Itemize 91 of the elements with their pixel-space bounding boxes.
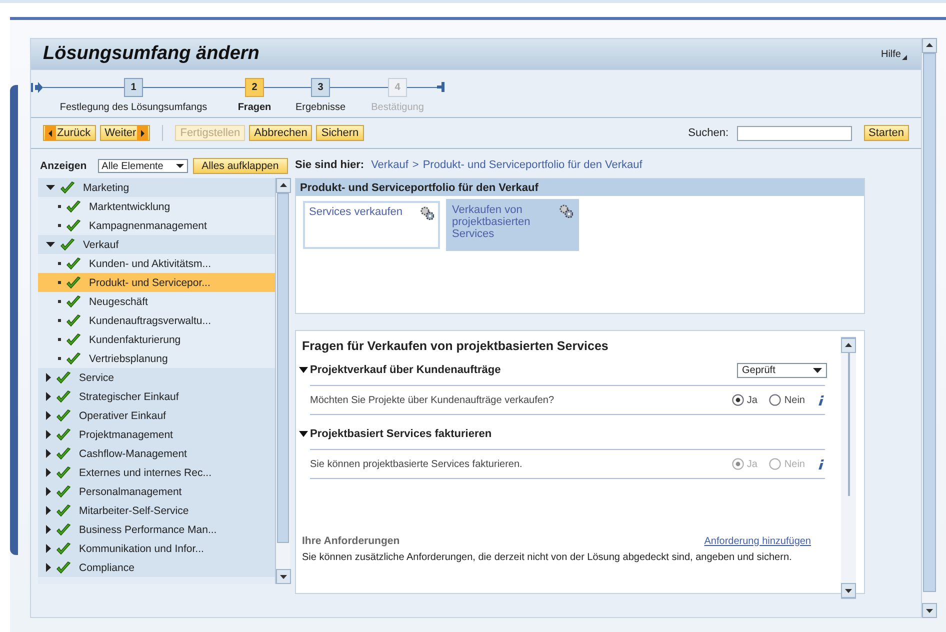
info-icon[interactable] bbox=[817, 394, 825, 406]
expanded-arrow-icon[interactable] bbox=[46, 185, 55, 190]
help-menu[interactable]: Hilfe bbox=[880, 48, 907, 60]
process-tile[interactable]: Services verkaufen bbox=[303, 201, 440, 249]
display-label: Anzeigen bbox=[40, 160, 87, 172]
step-label: Bestätigung bbox=[371, 102, 424, 113]
bullet-icon bbox=[58, 262, 61, 265]
add-requirement-link[interactable]: Anforderung hinzufügen bbox=[704, 536, 811, 546]
tree-item[interactable]: Externes und internes Rec... bbox=[38, 463, 275, 482]
step-number[interactable]: 2 bbox=[245, 78, 264, 97]
gears-icon bbox=[420, 206, 434, 220]
back-button[interactable]: Zurück bbox=[43, 125, 96, 141]
tree-item[interactable]: Business Performance Man... bbox=[38, 520, 275, 539]
scroll-down-button[interactable] bbox=[922, 603, 937, 618]
tree-item[interactable]: Service bbox=[38, 368, 275, 387]
filter-dropdown[interactable]: Alle Elemente bbox=[98, 159, 188, 173]
tree-item[interactable]: Produkt- und Servicepor... bbox=[38, 273, 275, 292]
corner-icon bbox=[902, 54, 907, 60]
step-label: Festlegung des Lösungsumfangs bbox=[60, 102, 208, 113]
bullet-icon bbox=[58, 319, 61, 322]
search-field[interactable] bbox=[736, 126, 852, 140]
collapsed-arrow-icon[interactable] bbox=[46, 468, 51, 477]
status-dropdown[interactable]: Geprüft bbox=[737, 362, 827, 378]
expanded-arrow-icon[interactable] bbox=[299, 367, 308, 373]
question-text: Möchten Sie Projekte über Kundenaufträge verkaufen? bbox=[310, 394, 554, 406]
collapsed-arrow-icon[interactable] bbox=[46, 449, 51, 458]
scrollbar[interactable] bbox=[841, 337, 856, 599]
step-number[interactable]: 3 bbox=[311, 78, 330, 97]
step-label: Fragen bbox=[238, 102, 272, 113]
next-button[interactable]: Weiter bbox=[100, 125, 150, 141]
breadcrumb-link[interactable]: Produkt- und Serviceportfolio für den Verkauf bbox=[422, 159, 642, 171]
bullet-icon bbox=[58, 281, 61, 284]
collapsed-arrow-icon[interactable] bbox=[46, 487, 51, 496]
window-title: Lösungsumfang ändern bbox=[43, 43, 260, 65]
tree-item[interactable]: Strategischer Einkauf bbox=[38, 387, 275, 406]
expanded-arrow-icon[interactable] bbox=[46, 242, 55, 247]
bullet-icon bbox=[58, 205, 61, 208]
scroll-up-button[interactable] bbox=[841, 338, 856, 353]
toolbar-button[interactable]: Abbrechen bbox=[249, 125, 312, 141]
requirements-text: Sie können zusätzliche Anforderungen, die derzeit nicht von der Lösung abgedeckt sind, angeben und sichern. bbox=[302, 552, 793, 563]
collapsed-arrow-icon[interactable] bbox=[46, 563, 51, 572]
collapsed-arrow-icon[interactable] bbox=[46, 430, 51, 439]
tree-item[interactable]: Kommunikation und Infor... bbox=[38, 539, 275, 558]
step-number[interactable]: 1 bbox=[124, 78, 143, 97]
start-button[interactable]: Starten bbox=[864, 125, 909, 141]
bullet-icon bbox=[58, 300, 61, 303]
tree-item[interactable]: Projektmanagement bbox=[38, 425, 275, 444]
caret-icon bbox=[813, 368, 822, 372]
questions-title: Fragen für Verkaufen von projektbasierten Services bbox=[302, 339, 610, 353]
collapsed-arrow-icon[interactable] bbox=[46, 506, 51, 515]
scroll-up-button[interactable] bbox=[276, 178, 291, 193]
bullet-icon bbox=[58, 338, 61, 341]
radio-option[interactable]: Ja bbox=[732, 394, 758, 406]
step-label: Ergebnisse bbox=[295, 102, 346, 113]
scrollbar[interactable] bbox=[275, 178, 290, 584]
tree-item[interactable]: Operativer Einkauf bbox=[38, 406, 275, 425]
breadcrumb-separator: > bbox=[412, 159, 419, 171]
caret-icon bbox=[176, 164, 184, 168]
breadcrumb-link[interactable]: Verkauf bbox=[371, 159, 408, 171]
breadcrumb-label: Sie sind hier: bbox=[295, 159, 364, 171]
tree-item[interactable]: Cashflow-Management bbox=[38, 444, 275, 463]
expanded-arrow-icon[interactable] bbox=[299, 431, 308, 437]
scroll-up-button[interactable] bbox=[922, 38, 937, 53]
tree-item[interactable]: Marketing bbox=[38, 178, 275, 197]
scroll-down-button[interactable] bbox=[841, 583, 856, 598]
collapsed-arrow-icon[interactable] bbox=[46, 544, 51, 553]
arrow-right-icon bbox=[137, 126, 148, 140]
collapsed-arrow-icon[interactable] bbox=[46, 411, 51, 420]
search-label: Suchen: bbox=[688, 127, 729, 139]
arrow-left-icon bbox=[45, 126, 56, 140]
bullet-icon bbox=[58, 224, 61, 227]
expand-all-button[interactable]: Alles aufklappen bbox=[192, 158, 288, 174]
gears-icon bbox=[559, 204, 573, 218]
collapsed-arrow-icon[interactable] bbox=[46, 392, 51, 401]
panel-header: Produkt- und Serviceportfolio für den Verkauf bbox=[296, 179, 864, 196]
group-title: Projektverkauf über Kundenaufträge bbox=[310, 364, 501, 376]
process-tile[interactable]: Verkaufen von projektbasierten Services bbox=[446, 199, 579, 251]
requirements-title: Ihre Anforderungen bbox=[302, 535, 400, 547]
scroll-down-button[interactable] bbox=[276, 569, 291, 584]
tree-item[interactable]: Personalmanagement bbox=[38, 482, 275, 501]
group-title: Projektbasiert Services fakturieren bbox=[310, 428, 492, 440]
toolbar-button[interactable]: Sichern bbox=[316, 125, 364, 141]
question-text: Sie können projektbasierte Services fakturieren. bbox=[310, 458, 522, 470]
tree-item[interactable]: Compliance bbox=[38, 558, 275, 577]
scrollbar[interactable] bbox=[922, 38, 937, 618]
collapsed-arrow-icon[interactable] bbox=[46, 373, 51, 382]
collapsed-arrow-icon[interactable] bbox=[46, 525, 51, 534]
tree-item[interactable]: Mitarbeiter-Self-Service bbox=[38, 501, 275, 520]
bullet-icon bbox=[58, 357, 61, 360]
tree-item[interactable]: Verkauf bbox=[38, 235, 275, 254]
radio-option[interactable]: Nein bbox=[769, 394, 805, 406]
